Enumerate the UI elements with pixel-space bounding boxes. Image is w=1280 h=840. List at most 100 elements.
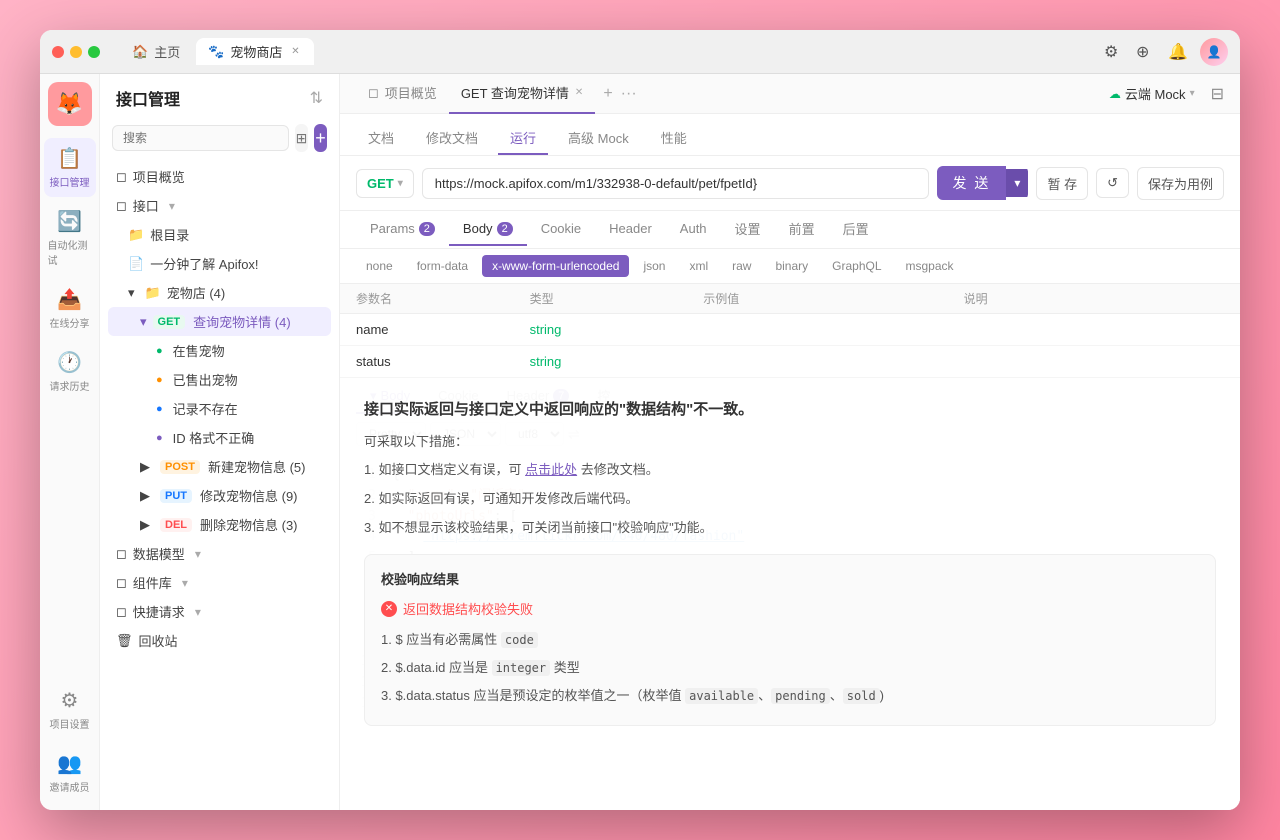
nav-item-invalid-id[interactable]: ● ID 格式不正确 bbox=[108, 423, 331, 452]
params-tab-settings-label: 设置 bbox=[735, 219, 761, 238]
sub-tab-advanced-mock[interactable]: 高级 Mock bbox=[556, 122, 641, 155]
method-del-tag: DEL bbox=[160, 518, 192, 532]
sub-tab-performance[interactable]: 性能 bbox=[649, 122, 699, 155]
save-temp-button[interactable]: 暂 存 bbox=[1036, 167, 1088, 200]
tab-close-btn[interactable]: ✕ bbox=[288, 45, 302, 59]
body-type-binary[interactable]: binary bbox=[765, 255, 818, 277]
sidebar-item-automation[interactable]: 🔄 自动化测试 bbox=[44, 201, 96, 275]
get-query-tab-close[interactable]: ✕ bbox=[575, 87, 583, 98]
sub-tab-performance-label: 性能 bbox=[661, 131, 687, 146]
body-type-json[interactable]: json bbox=[633, 255, 675, 277]
settings-icon[interactable]: ⚙ bbox=[1104, 42, 1124, 62]
send-main-btn[interactable]: 发 送 bbox=[937, 166, 1007, 200]
nav-item-root-dir[interactable]: 📁 根目录 bbox=[108, 220, 331, 249]
tab-pet-shop[interactable]: 🐾 宠物商店 ✕ bbox=[196, 38, 314, 65]
params-tab-pre[interactable]: 前置 bbox=[775, 211, 829, 248]
params-tab-post[interactable]: 后置 bbox=[829, 211, 883, 248]
params-count: 2 bbox=[419, 222, 435, 236]
send-dropdown-btn[interactable]: ▾ bbox=[1006, 169, 1028, 197]
content-tab-get-query[interactable]: GET 查询宠物详情 ✕ bbox=[449, 74, 596, 114]
error-list: 1. $ 应当有必需属性 code 2. $.data.id 应当是 integ… bbox=[381, 628, 1199, 707]
params-tab-cookie[interactable]: Cookie bbox=[527, 213, 595, 246]
validation-action-1: 1. 如接口文档定义有误，可 点击此处 去修改文档。 bbox=[364, 460, 1216, 481]
main-layout: 🦊 📋 接口管理 🔄 自动化测试 📤 在线分享 🕐 请求历史 ⚙ 项目设置 bbox=[40, 74, 1240, 810]
nav-sidebar-header: 接口管理 ⇅ bbox=[100, 74, 339, 118]
sidebar-item-invite[interactable]: 👥 邀请成员 bbox=[44, 743, 96, 802]
search-input[interactable] bbox=[112, 125, 289, 151]
nav-item-pet-shop-folder[interactable]: ▾ 📁 宠物店 (4) bbox=[108, 278, 331, 307]
nav-item-apifox-intro[interactable]: 📄 一分钟了解 Apifox! bbox=[108, 249, 331, 278]
row2-name: status bbox=[356, 354, 530, 369]
sidebar-item-history[interactable]: 🕐 请求历史 bbox=[44, 342, 96, 401]
delete-pet-expand: ▶ bbox=[140, 517, 150, 533]
fix-doc-link[interactable]: 点击此处 bbox=[525, 462, 577, 477]
params-tab-post-label: 后置 bbox=[843, 219, 869, 238]
tab-home[interactable]: 🏠 主页 bbox=[120, 38, 192, 65]
params-tab-body[interactable]: Body 2 bbox=[449, 213, 527, 246]
params-tab-header[interactable]: Header bbox=[595, 213, 666, 246]
nav-item-quick-request[interactable]: ◻ 快捷请求 ▾ bbox=[108, 597, 331, 626]
nav-item-interface[interactable]: ◻ 接口 ▾ bbox=[108, 191, 331, 220]
bell-icon[interactable]: 🔔 bbox=[1168, 42, 1188, 62]
nav-item-pet-sold[interactable]: ● 已售出宠物 bbox=[108, 365, 331, 394]
url-input[interactable] bbox=[422, 168, 929, 199]
not-found-indicator: ● bbox=[156, 403, 163, 415]
error-dot: ✕ bbox=[381, 601, 397, 617]
error-item-2: 2. $.data.id 应当是 integer 类型 bbox=[381, 656, 1199, 680]
user-avatar[interactable]: 👤 bbox=[1200, 38, 1228, 66]
params-tab-auth-label: Auth bbox=[680, 221, 707, 236]
on-sale-indicator: ● bbox=[156, 345, 163, 357]
sidebar-item-history-label: 请求历史 bbox=[50, 378, 90, 393]
sub-tab-run[interactable]: 运行 bbox=[498, 122, 548, 155]
nav-item-new-pet[interactable]: ▶ POST 新建宠物信息 (5) bbox=[108, 452, 331, 481]
body-type-form-data[interactable]: form-data bbox=[407, 255, 478, 277]
col-header-type: 类型 bbox=[530, 290, 704, 307]
params-tab-params[interactable]: Params 2 bbox=[356, 213, 449, 246]
nav-sort-icon[interactable]: ⇅ bbox=[310, 88, 323, 108]
params-tab-auth[interactable]: Auth bbox=[666, 213, 721, 246]
nav-item-query-pet[interactable]: ▾ GET 查询宠物详情 (4) bbox=[108, 307, 331, 336]
add-tab-btn[interactable]: + bbox=[603, 85, 612, 103]
params-tab-settings[interactable]: 设置 bbox=[721, 211, 775, 248]
nav-item-data-model[interactable]: ◻ 数据模型 ▾ bbox=[108, 539, 331, 568]
home-icon: 🏠 bbox=[132, 44, 148, 60]
content-tab-overview[interactable]: ◻ 项目概览 bbox=[356, 74, 449, 114]
nav-item-pet-on-sale[interactable]: ● 在售宠物 bbox=[108, 336, 331, 365]
filter-button[interactable]: ⊞ bbox=[295, 124, 308, 152]
sidebar-item-online-share[interactable]: 📤 在线分享 bbox=[44, 279, 96, 338]
body-type-xml[interactable]: xml bbox=[679, 255, 718, 277]
layout-expand-icon[interactable]: ⊟ bbox=[1211, 84, 1224, 104]
sub-tab-doc[interactable]: 文档 bbox=[356, 122, 406, 155]
body-type-none[interactable]: none bbox=[356, 255, 403, 277]
refresh-button[interactable]: ↺ bbox=[1096, 168, 1129, 198]
nav-item-component-lib[interactable]: ◻ 组件库 ▾ bbox=[108, 568, 331, 597]
help-icon[interactable]: ⊕ bbox=[1136, 42, 1156, 62]
traffic-lights bbox=[52, 46, 100, 58]
body-type-graphql[interactable]: GraphQL bbox=[822, 255, 891, 277]
save-case-button[interactable]: 保存为用例 bbox=[1137, 167, 1224, 200]
add-button[interactable]: + bbox=[314, 124, 327, 152]
automation-icon: 🔄 bbox=[57, 209, 82, 234]
sold-indicator: ● bbox=[156, 374, 163, 386]
nav-item-edit-pet[interactable]: ▶ PUT 修改宠物信息 (9) bbox=[108, 481, 331, 510]
quick-request-icon: ◻ bbox=[116, 604, 127, 620]
nav-item-recycle-bin[interactable]: 🗑 回收站 bbox=[108, 626, 331, 655]
sidebar-item-api-management[interactable]: 📋 接口管理 bbox=[44, 138, 96, 197]
sidebar-item-project-settings[interactable]: ⚙ 项目设置 bbox=[44, 680, 96, 739]
nav-item-delete-pet[interactable]: ▶ DEL 删除宠物信息 (3) bbox=[108, 510, 331, 539]
nav-item-project-overview[interactable]: ◻ 项目概览 bbox=[108, 162, 331, 191]
app-logo: 🦊 bbox=[48, 82, 92, 126]
traffic-light-red[interactable] bbox=[52, 46, 64, 58]
body-type-urlencoded[interactable]: x-www-form-urlencoded bbox=[482, 255, 629, 277]
more-tabs-btn[interactable]: ··· bbox=[621, 85, 637, 103]
sub-tab-edit-doc[interactable]: 修改文档 bbox=[414, 122, 490, 155]
body-type-raw[interactable]: raw bbox=[722, 255, 761, 277]
method-selector[interactable]: GET ▾ bbox=[356, 169, 414, 198]
traffic-light-yellow[interactable] bbox=[70, 46, 82, 58]
body-type-msgpack[interactable]: msgpack bbox=[896, 255, 964, 277]
nav-item-not-found[interactable]: ● 记录不存在 bbox=[108, 394, 331, 423]
traffic-light-green[interactable] bbox=[88, 46, 100, 58]
code-snippet: integer bbox=[492, 660, 551, 676]
cloud-mock-button[interactable]: ☁ 云端 Mock ▾ bbox=[1101, 80, 1203, 107]
error-item-3: 3. $.data.status 应当是预设定的枚举值之一（枚举值 availa… bbox=[381, 684, 1199, 708]
